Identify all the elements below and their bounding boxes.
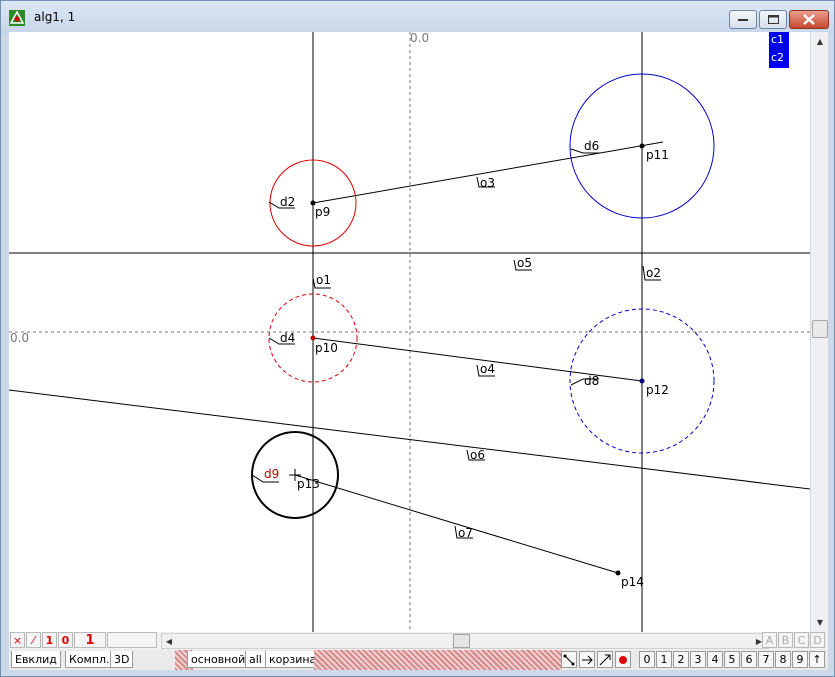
geometry-drawing[interactable]: 0.0 0.0 d2 p9 d6 p11 o3 o5 o1 o2 d4 p10 …: [9, 32, 810, 632]
label-o5[interactable]: o5: [517, 256, 532, 270]
color-legend[interactable]: c1 c2: [769, 32, 789, 68]
digit-button-9[interactable]: 9: [792, 651, 808, 668]
vertical-scroll-thumb[interactable]: [812, 320, 828, 338]
digit-button-7[interactable]: 7: [758, 651, 774, 668]
close-button[interactable]: [789, 10, 829, 29]
label-o7[interactable]: o7: [458, 526, 473, 540]
point-p10[interactable]: [310, 335, 316, 341]
tab-osnovnoy[interactable]: основной: [187, 651, 250, 668]
label-p12[interactable]: p12: [646, 383, 669, 397]
label-d9[interactable]: d9: [264, 467, 279, 481]
zero-tool-button[interactable]: 0: [58, 632, 73, 648]
point-p11[interactable]: [639, 143, 645, 149]
blank-tool-button[interactable]: [107, 632, 157, 648]
label-o2[interactable]: o2: [646, 266, 661, 280]
arrow-right-icon: [582, 655, 593, 664]
width-tool-button[interactable]: 1: [74, 632, 106, 648]
diagonal-arrow-icon: [599, 654, 611, 665]
label-d8[interactable]: d8: [584, 374, 599, 388]
label-d6[interactable]: d6: [584, 139, 599, 153]
scroll-down-icon[interactable]: ▼: [812, 614, 828, 630]
horizontal-scroll-thumb[interactable]: [453, 634, 470, 648]
tab-bar: Евклид Компл. 3D основной all корзина 0 …: [9, 650, 828, 670]
scroll-up-icon[interactable]: ▲: [812, 33, 828, 49]
letter-button-c[interactable]: C: [794, 632, 809, 648]
label-p13[interactable]: p13: [297, 477, 320, 491]
label-p14[interactable]: p14: [621, 575, 644, 589]
label-p10[interactable]: p10: [315, 341, 338, 355]
point-p14[interactable]: [615, 570, 621, 576]
one-tool-button[interactable]: 1: [42, 632, 57, 648]
label-p11[interactable]: p11: [646, 148, 669, 162]
digit-button-5[interactable]: 5: [724, 651, 740, 668]
digit-button-6[interactable]: 6: [741, 651, 757, 668]
label-p9[interactable]: p9: [315, 205, 330, 219]
label-d4[interactable]: d4: [280, 331, 295, 345]
hatch-area: [314, 650, 562, 670]
origin-label-top: 0.0: [410, 32, 429, 45]
tab-evklid[interactable]: Евклид: [11, 651, 61, 668]
app-icon: [8, 9, 26, 27]
tab-3d[interactable]: 3D: [110, 651, 134, 668]
window-title: alg1, 1: [34, 10, 76, 24]
label-o4[interactable]: o4: [480, 362, 495, 376]
minimize-button[interactable]: [729, 10, 757, 29]
digit-button-0[interactable]: 0: [639, 651, 655, 668]
segment-o3[interactable]: [312, 141, 664, 204]
label-o6[interactable]: o6: [470, 448, 485, 462]
close-icon: [803, 14, 815, 25]
digit-button-1[interactable]: 1: [656, 651, 672, 668]
legend-c2[interactable]: c2: [771, 51, 784, 64]
maximize-button[interactable]: [759, 10, 787, 29]
origin-label-left: 0.0: [10, 331, 29, 345]
label-d2[interactable]: d2: [280, 195, 295, 209]
ray-tool-button[interactable]: [579, 651, 595, 668]
point-p12[interactable]: [639, 378, 645, 384]
minimize-icon: [738, 18, 748, 21]
tab-korzina[interactable]: корзина: [265, 651, 321, 668]
bottom-toolbar: × ⁄ 1 0 1 ◀ ▶ A B C D: [9, 632, 828, 650]
delete-tool-button[interactable]: ×: [10, 632, 25, 648]
vertical-scrollbar[interactable]: ▲ ▼: [810, 32, 828, 632]
title-bar[interactable]: alg1, 1: [1, 1, 834, 34]
letter-button-d[interactable]: D: [810, 632, 825, 648]
vector-tool-button[interactable]: [597, 651, 613, 668]
digit-button-2[interactable]: 2: [673, 651, 689, 668]
app-window: alg1, 1 0.0 0.0 d2 p9 d6 p11 o3 o5 o1 o2…: [0, 0, 835, 677]
segment-tool-button[interactable]: [561, 651, 577, 668]
tab-all[interactable]: all: [245, 651, 266, 668]
digit-button-8[interactable]: 8: [775, 651, 791, 668]
horizontal-scrollbar[interactable]: ◀ ▶: [161, 633, 769, 649]
label-o3[interactable]: o3: [480, 176, 495, 190]
scroll-left-icon[interactable]: ◀: [162, 633, 176, 649]
digit-button-3[interactable]: 3: [690, 651, 706, 668]
red-dot-icon: [619, 655, 627, 664]
digit-button-4[interactable]: 4: [707, 651, 723, 668]
legend-c1[interactable]: c1: [771, 33, 784, 46]
letter-button-a[interactable]: A: [762, 632, 777, 648]
point-tool-button[interactable]: [615, 651, 631, 668]
restore-icon: [767, 15, 779, 24]
line-tool-button[interactable]: ⁄: [26, 632, 41, 648]
segment-icon: [563, 654, 575, 665]
tab-kompl[interactable]: Компл.: [65, 651, 114, 668]
up-arrow-button[interactable]: ↑: [809, 651, 825, 668]
segment-o7[interactable]: [294, 474, 619, 574]
drawing-canvas[interactable]: 0.0 0.0 d2 p9 d6 p11 o3 o5 o1 o2 d4 p10 …: [9, 32, 810, 632]
label-o1[interactable]: o1: [316, 273, 331, 287]
letter-button-b[interactable]: B: [778, 632, 793, 648]
